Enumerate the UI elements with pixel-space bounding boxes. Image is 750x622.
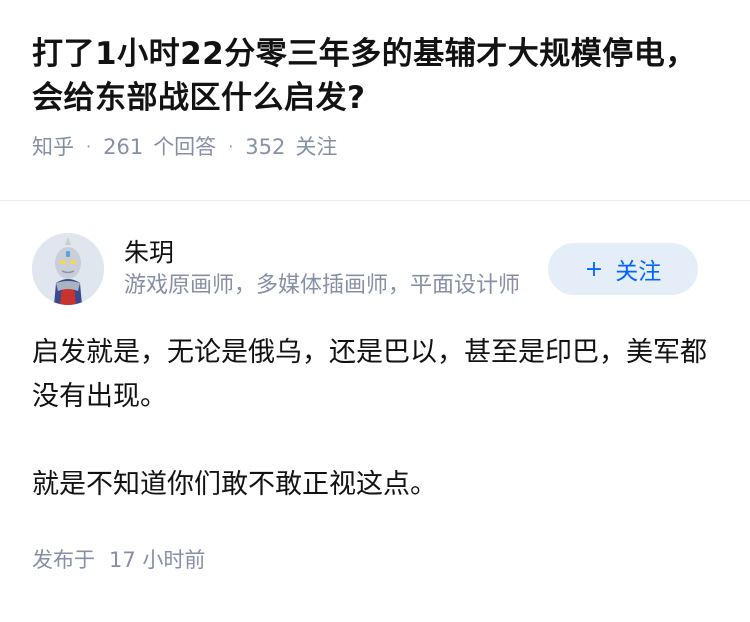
- separator-dot: ·: [86, 137, 92, 156]
- separator-dot: ·: [228, 137, 234, 156]
- author-info: 朱玥 游戏原画师，多媒体插画师，平面设计师: [124, 236, 524, 302]
- follow-button[interactable]: + 关注: [548, 243, 698, 295]
- author-row: 朱玥 游戏原画师，多媒体插画师，平面设计师 + 关注: [32, 231, 718, 307]
- question-meta: 知乎 · 261 个回答 · 352 关注: [32, 132, 718, 162]
- answer-paragraph: 启发就是，无论是俄乌，还是巴以，甚至是印巴，美军都没有出现。: [32, 337, 707, 412]
- author-description: 游戏原画师，多媒体插画师，平面设计师: [124, 273, 521, 298]
- question-title[interactable]: 打了1小时22分零三年多的基辅才大规模停电，会给东部战区什么启发?: [32, 32, 718, 120]
- publish-time: 17 小时前: [109, 548, 206, 572]
- answer-count[interactable]: 261: [103, 132, 143, 162]
- author-name[interactable]: 朱玥: [124, 236, 524, 270]
- source-label[interactable]: 知乎: [32, 132, 74, 162]
- publish-info: 发布于 17 小时前: [32, 545, 718, 575]
- avatar-icon[interactable]: [32, 233, 104, 305]
- question-header: 打了1小时22分零三年多的基辅才大规模停电，会给东部战区什么启发? 知乎 · 2…: [0, 0, 750, 168]
- answer-paragraph: 就是不知道你们敢不敢正视这点。: [32, 469, 437, 500]
- follower-count[interactable]: 352: [245, 132, 285, 162]
- plus-icon: +: [584, 256, 604, 282]
- answer-count-label[interactable]: 个回答: [153, 132, 216, 162]
- follow-button-label: 关注: [615, 259, 662, 285]
- answer-card: 朱玥 游戏原画师，多媒体插画师，平面设计师 + 关注 启发就是，无论是俄乌，还是…: [0, 201, 750, 575]
- publish-label: 发布于: [32, 548, 95, 572]
- follower-count-label[interactable]: 关注: [295, 132, 337, 162]
- answer-content[interactable]: 启发就是，无论是俄乌，还是巴以，甚至是印巴，美军都没有出现。 就是不知道你们敢不…: [32, 331, 718, 507]
